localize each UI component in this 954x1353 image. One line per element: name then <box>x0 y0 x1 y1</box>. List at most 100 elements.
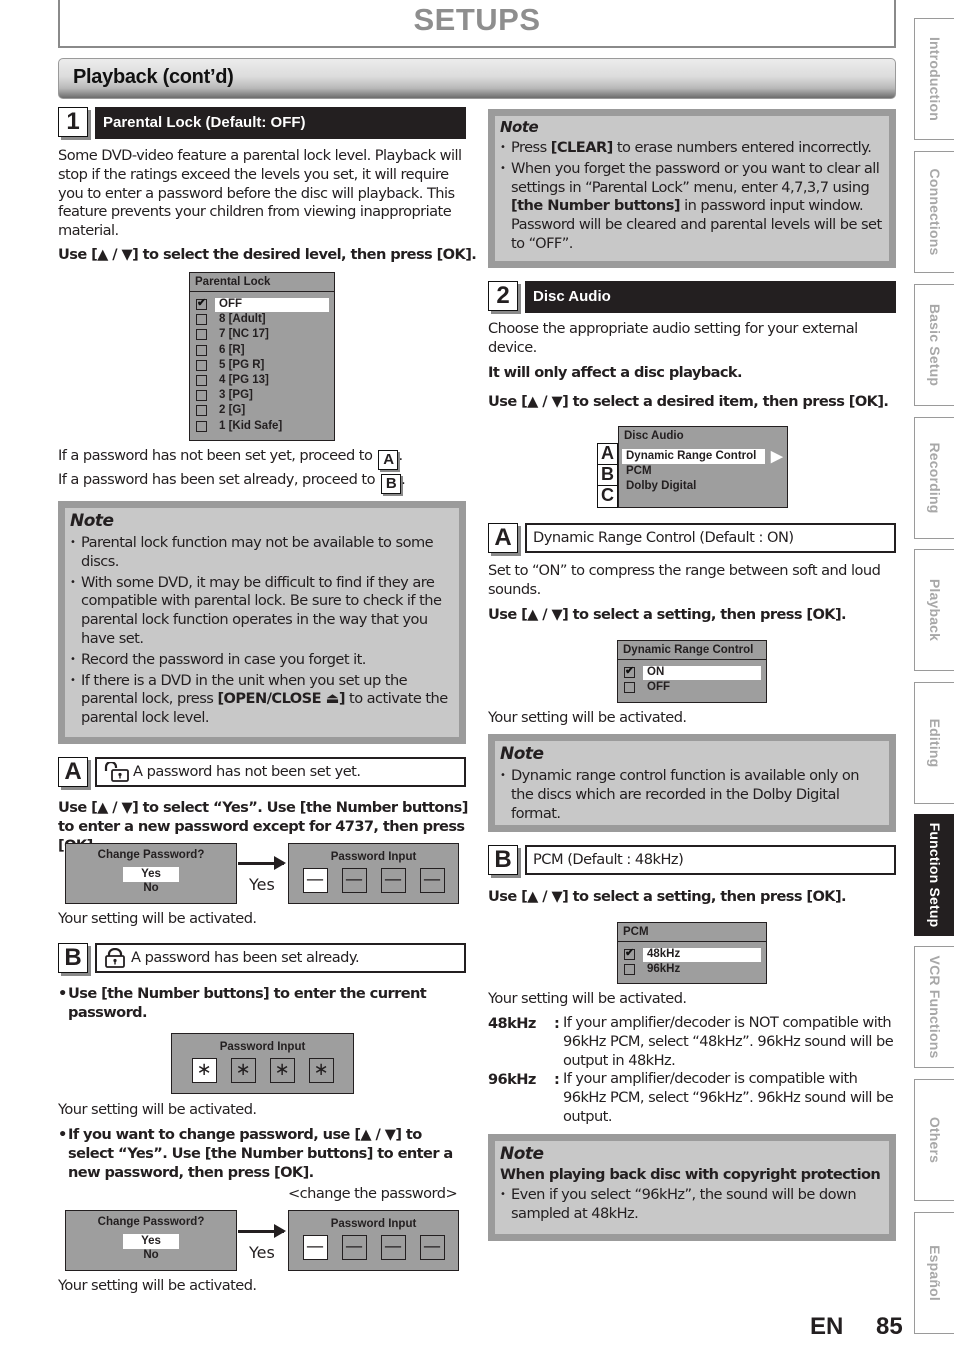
note-subtitle: When playing back disc with copyright pr… <box>500 1166 881 1183</box>
arrow-right-icon <box>238 1224 286 1238</box>
password-cells: — — — — <box>289 868 458 893</box>
parental-intro: Some DVD-video feature a parental lock l… <box>58 147 462 240</box>
result-text: Your setting will be activated. <box>58 910 257 927</box>
password-cell[interactable]: ∗ <box>191 1058 217 1083</box>
note-title: Note <box>500 1144 544 1164</box>
arrow-label: Yes <box>249 1243 275 1262</box>
page-title: SETUPS <box>413 2 541 37</box>
definition-item: 96kHz : If your amplifier/decoder is com… <box>488 1070 894 1125</box>
password-cell[interactable]: — <box>341 1235 367 1260</box>
change-password-caption: <change the password> <box>288 1185 458 1202</box>
page-header: SETUPS <box>58 0 896 48</box>
password-cell[interactable]: — <box>380 1235 406 1260</box>
disc-audio-menu: Disc Audio Dynamic Range Control ▶ PCM D… <box>618 426 788 508</box>
menu-item[interactable]: 96kHz <box>618 962 766 977</box>
side-tab-recording[interactable]: Recording <box>914 417 954 539</box>
proceed-b-line: If a password has been set already, proc… <box>58 471 406 494</box>
menu-title: Disc Audio <box>624 430 684 442</box>
menu-item[interactable]: Dolby Digital <box>619 479 787 494</box>
password-cell[interactable]: ∗ <box>230 1058 256 1083</box>
menu-item[interactable]: 7 [NC 17] <box>190 327 334 342</box>
note-list: Parental lock function may not be availa… <box>70 534 453 728</box>
option-no[interactable]: No <box>66 1249 236 1262</box>
password-cell[interactable]: — <box>419 1235 445 1260</box>
pcm-definitions: 48kHz : If your amplifier/decoder is NOT… <box>488 1014 900 1127</box>
password-input-dialog: Password Input ∗ ∗ ∗ ∗ <box>171 1033 354 1094</box>
menu-item[interactable]: 5 [PG R] <box>190 358 334 373</box>
change-password-dialog: Change Password? Yes No <box>65 843 237 904</box>
option-yes[interactable]: Yes <box>123 867 179 882</box>
disc-audio-intro: Choose the appropriate audio setting for… <box>488 320 858 356</box>
step-title: Parental Lock (Default: OFF) <box>95 107 466 139</box>
option-yes[interactable]: Yes <box>123 1234 179 1249</box>
note-list: Dynamic range control function is availa… <box>500 767 883 823</box>
side-tab-introduction[interactable]: Introduction <box>914 18 954 140</box>
menu-title: Parental Lock <box>190 273 334 292</box>
menu-item[interactable]: OFF <box>190 296 334 312</box>
ref-letter-a[interactable]: A <box>378 450 399 470</box>
note-box: Note Press [CLEAR] to erase numbers ente… <box>488 109 896 268</box>
menu-item[interactable]: 6 [R] <box>190 343 334 358</box>
side-tab-espanol[interactable]: Español <box>914 1212 954 1334</box>
page-number: 85 <box>876 1313 903 1340</box>
checkbox-icon <box>196 374 207 386</box>
note-item: If there is a DVD in the unit when you s… <box>70 672 453 728</box>
checkbox-icon <box>196 344 207 356</box>
option-no[interactable]: No <box>66 882 236 895</box>
arrow-right-icon <box>238 856 286 870</box>
ref-letter-b[interactable]: B <box>381 474 402 494</box>
password-cell[interactable]: — <box>302 868 328 893</box>
note-list: Even if you select “96kHz”, the sound wi… <box>500 1186 883 1224</box>
side-tab-playback[interactable]: Playback <box>914 549 954 671</box>
side-tab-vcr-functions[interactable]: VCR Functions <box>914 946 954 1068</box>
menu-title: PCM <box>618 923 766 942</box>
checkbox-icon <box>196 329 207 341</box>
menu-item[interactable]: ON <box>618 664 766 680</box>
sub-step-letter: B <box>488 845 518 875</box>
menu-item[interactable]: 4 [PG 13] <box>190 373 334 388</box>
password-cell[interactable]: ∗ <box>269 1058 295 1083</box>
note-title: Note <box>500 744 544 764</box>
password-input-dialog: Password Input — — — — <box>288 1210 459 1271</box>
sub-b-instruction: • Use [the Number buttons] to enter the c… <box>58 985 427 1021</box>
checkbox-icon <box>196 405 207 417</box>
menu-items: ON OFF <box>618 664 766 695</box>
parental-lock-menu: Parental Lock OFF 8 [Adult] 7 [NC 17] 6 … <box>189 272 335 441</box>
password-cell[interactable]: — <box>419 868 445 893</box>
menu-item[interactable]: 1 [Kid Safe] <box>190 419 334 434</box>
password-cell[interactable]: — <box>302 1235 328 1260</box>
side-tab-others[interactable]: Others <box>914 1079 954 1201</box>
section-title: Playback (cont’d) <box>73 66 234 88</box>
checkbox-icon <box>196 359 207 371</box>
password-cell[interactable]: — <box>341 868 367 893</box>
sub-b-instruction-change: • If you want to change password, use [▲ … <box>58 1126 453 1181</box>
menu-letter: B <box>597 464 618 486</box>
menu-item[interactable]: 3 [PG] <box>190 388 334 403</box>
menu-item[interactable]: 8 [Adult] <box>190 312 334 327</box>
side-tab-editing[interactable]: Editing <box>914 682 954 804</box>
checkbox-checked-icon <box>196 296 207 311</box>
result-text: Your setting will be activated. <box>58 1277 257 1294</box>
locked-padlock-icon <box>105 948 125 968</box>
side-tab-basic-setup[interactable]: Basic Setup <box>914 284 954 406</box>
menu-item[interactable]: 2 [G] <box>190 403 334 418</box>
note-item: Parental lock function may not be availa… <box>70 534 453 572</box>
menu-item[interactable]: 48kHz <box>618 946 766 962</box>
drc-description: Set to “ON” to compress the range betwee… <box>488 562 881 598</box>
menu-items: OFF 8 [Adult] 7 [NC 17] 6 [R] 5 [PG R] 4… <box>190 296 334 434</box>
menu-item[interactable]: PCM <box>619 464 787 479</box>
note-box: Note When playing back disc with copyrig… <box>488 1134 896 1241</box>
proceed-a-line: If a password has not been set yet, proc… <box>58 447 403 470</box>
note-item: When you forget the password or you want… <box>500 160 883 254</box>
menu-item[interactable]: Dynamic Range Control ▶ <box>622 448 787 465</box>
menu-letter: A <box>597 443 618 465</box>
password-cell[interactable]: ∗ <box>308 1058 334 1083</box>
checkbox-checked-icon <box>624 664 635 679</box>
menu-item[interactable]: OFF <box>618 680 766 695</box>
note-title: Note <box>500 118 539 136</box>
language-label: EN <box>810 1313 844 1340</box>
sub-step-label: Dynamic Range Control (Default : ON) <box>525 523 896 553</box>
side-tab-function-setup[interactable]: Function Setup <box>914 814 954 936</box>
password-cell[interactable]: — <box>380 868 406 893</box>
side-tab-connections[interactable]: Connections <box>914 151 954 273</box>
